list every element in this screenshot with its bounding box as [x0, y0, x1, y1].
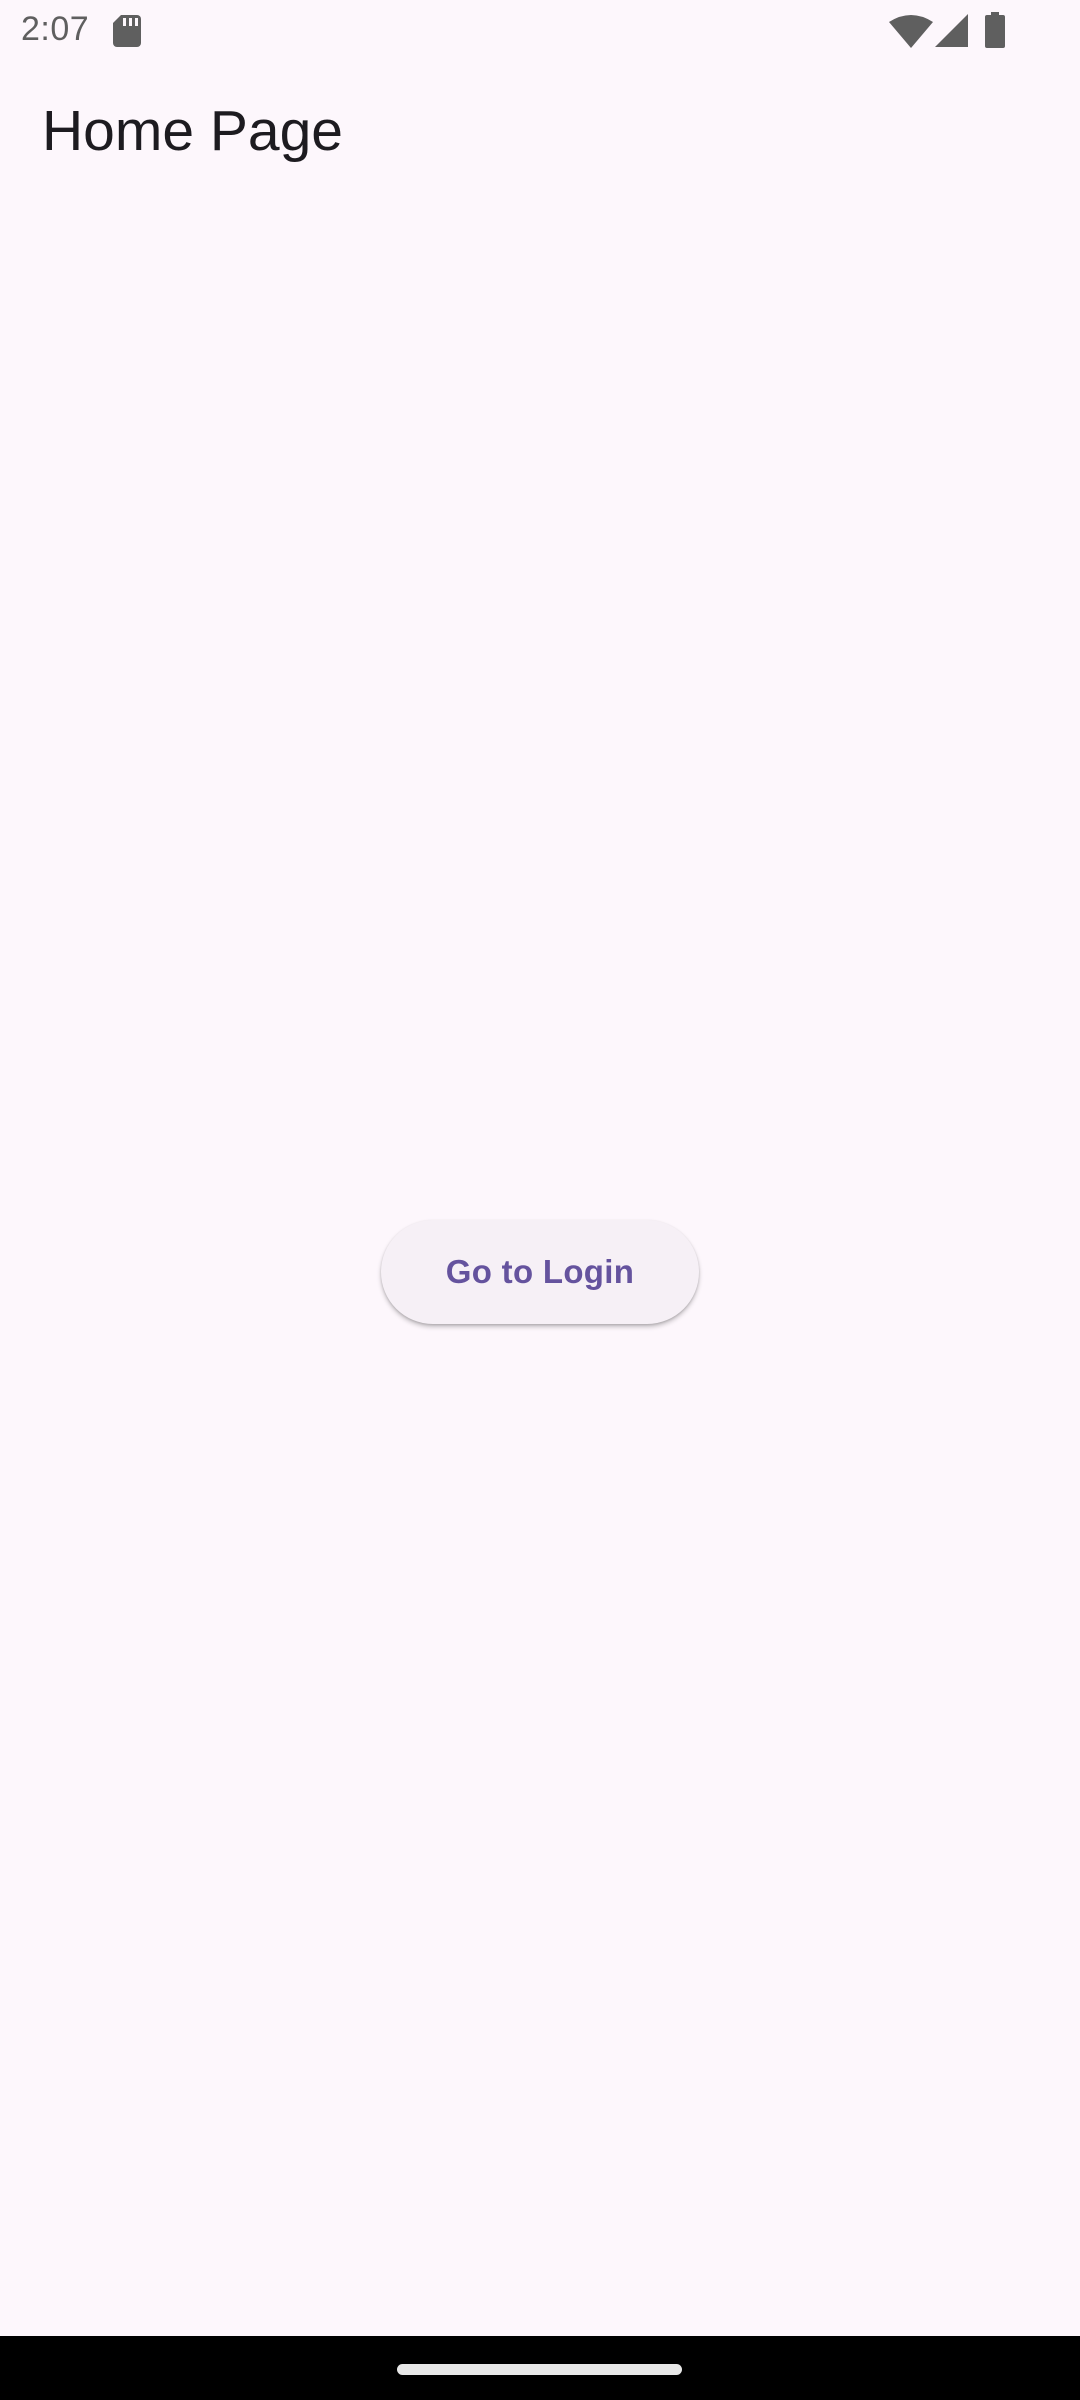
home-gesture-handle[interactable]: [397, 2364, 682, 2375]
sd-card-icon: [113, 15, 141, 47]
status-time: 2:07: [21, 10, 90, 48]
battery-icon: [985, 12, 1005, 48]
go-to-login-button[interactable]: Go to Login: [381, 1220, 699, 1324]
page-title: Home Page: [42, 99, 344, 163]
status-bar: 2:07: [0, 0, 1080, 62]
wifi-icon: [889, 15, 933, 48]
cellular-signal-icon: [935, 14, 968, 47]
